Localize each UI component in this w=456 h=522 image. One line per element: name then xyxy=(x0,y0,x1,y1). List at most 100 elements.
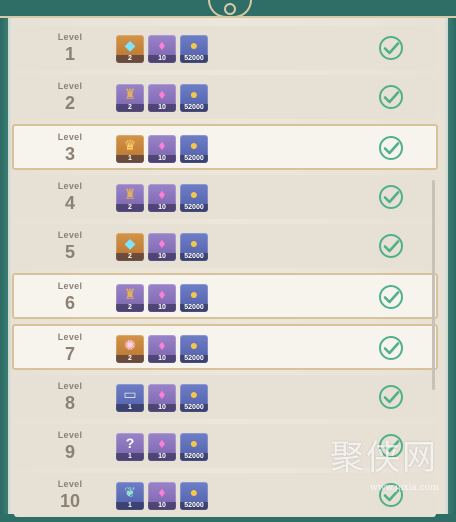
reward-item[interactable]: ? 1 xyxy=(116,433,144,461)
level-row: Level 1 ◆ 2 ♦ 10 ● 52000 xyxy=(14,26,436,70)
reward-item[interactable]: ♦ 10 xyxy=(148,84,176,112)
helmet-icon: ♜ xyxy=(123,186,137,202)
level-row: Level 8 ▭ 1 ♦ 10 ● 52000 xyxy=(14,375,436,419)
reward-count: 2 xyxy=(116,304,144,312)
level-row: Level 4 ♜ 2 ♦ 10 ● 52000 xyxy=(14,175,436,219)
crystal-icon: ♦ xyxy=(158,435,166,451)
reward-count: 10 xyxy=(148,502,176,510)
reward-item[interactable]: ● 52000 xyxy=(180,184,208,212)
reward-count: 1 xyxy=(116,155,144,163)
level-label: Level xyxy=(57,332,83,342)
reward-item[interactable]: ♛ 1 xyxy=(116,135,144,163)
reward-item[interactable]: ♦ 10 xyxy=(148,433,176,461)
reward-item[interactable]: ♜ 2 xyxy=(116,84,144,112)
reward-item[interactable]: ✺ 2 xyxy=(116,335,144,363)
reward-item[interactable]: ♦ 10 xyxy=(148,184,176,212)
coin-icon: ● xyxy=(189,337,199,353)
reward-count: 10 xyxy=(148,155,176,163)
reward-count: 2 xyxy=(116,55,144,63)
crystal-icon: ♦ xyxy=(158,86,166,102)
reward-items: ? 1 ♦ 10 ● 52000 xyxy=(116,433,208,461)
reward-count: 52000 xyxy=(180,404,208,412)
level-label: Level xyxy=(57,32,83,42)
reward-count: 1 xyxy=(116,453,144,461)
reward-item[interactable]: ♦ 10 xyxy=(148,335,176,363)
coin-icon: ● xyxy=(189,235,199,251)
level-label-group: Level 4 xyxy=(50,181,90,214)
reward-item[interactable]: ● 52000 xyxy=(180,135,208,163)
level-label-group: Level 2 xyxy=(50,81,90,114)
reward-item[interactable]: ♦ 10 xyxy=(148,135,176,163)
coin-icon: ● xyxy=(189,386,199,402)
reward-item[interactable]: ● 52000 xyxy=(180,284,208,312)
reward-item[interactable]: ♜ 2 xyxy=(116,284,144,312)
reward-item[interactable]: ● 52000 xyxy=(180,433,208,461)
reward-item[interactable]: ♦ 10 xyxy=(148,284,176,312)
reward-count: 2 xyxy=(116,355,144,363)
level-label-group: Level 7 xyxy=(50,332,90,365)
level-label: Level xyxy=(57,281,83,291)
crystal-icon: ♦ xyxy=(158,386,166,402)
reward-count: 10 xyxy=(148,104,176,112)
reward-count: 10 xyxy=(148,404,176,412)
reward-item[interactable]: ● 52000 xyxy=(180,482,208,510)
crystal-icon: ♦ xyxy=(158,337,166,353)
reward-item[interactable]: ▭ 1 xyxy=(116,384,144,412)
reward-items: ❦ 1 ♦ 10 ● 52000 xyxy=(116,482,208,510)
reward-item[interactable]: ❦ 1 xyxy=(116,482,144,510)
level-label-group: Level 8 xyxy=(50,381,90,414)
reward-item[interactable]: ● 52000 xyxy=(180,84,208,112)
watermark-logo: 聚侠网 xyxy=(330,438,438,478)
reward-count: 52000 xyxy=(180,55,208,63)
level-number: 3 xyxy=(64,144,75,164)
check-icon xyxy=(379,385,403,409)
reward-items: ♛ 1 ♦ 10 ● 52000 xyxy=(116,135,208,163)
reward-item[interactable]: ♦ 10 xyxy=(148,384,176,412)
coin-icon: ● xyxy=(189,86,199,102)
level-label-group: Level 5 xyxy=(50,230,90,263)
level-label: Level xyxy=(57,181,83,191)
reward-count: 2 xyxy=(116,204,144,212)
reward-count: 2 xyxy=(116,104,144,112)
reward-item[interactable]: ◆ 2 xyxy=(116,35,144,63)
check-icon xyxy=(379,285,403,309)
reward-count: 52000 xyxy=(180,204,208,212)
check-icon xyxy=(379,336,403,360)
reward-items: ◆ 2 ♦ 10 ● 52000 xyxy=(116,35,208,63)
reward-item[interactable]: ● 52000 xyxy=(180,35,208,63)
chest-icon: ▭ xyxy=(123,386,137,402)
watermark-url: www.juxia.com xyxy=(370,483,439,493)
check-icon xyxy=(379,85,403,109)
reward-items: ▭ 1 ♦ 10 ● 52000 xyxy=(116,384,208,412)
crystal-icon: ♦ xyxy=(158,186,166,202)
reward-items: ♜ 2 ♦ 10 ● 52000 xyxy=(116,284,208,312)
reward-item[interactable]: ♜ 2 xyxy=(116,184,144,212)
reward-item[interactable]: ♦ 10 xyxy=(148,482,176,510)
check-icon xyxy=(379,136,403,160)
check-icon xyxy=(379,185,403,209)
reward-count: 10 xyxy=(148,453,176,461)
level-number: 2 xyxy=(64,93,75,113)
crown-icon: ♛ xyxy=(123,137,137,153)
level-number: 7 xyxy=(64,344,75,364)
reward-item[interactable]: ● 52000 xyxy=(180,335,208,363)
reward-count: 52000 xyxy=(180,502,208,510)
crystal-icon: ♦ xyxy=(158,37,166,53)
crystal-icon: ♦ xyxy=(158,137,166,153)
gem-icon: ◆ xyxy=(124,235,136,251)
reward-item[interactable]: ♦ 10 xyxy=(148,233,176,261)
reward-item[interactable]: ◆ 2 xyxy=(116,233,144,261)
level-label: Level xyxy=(57,230,83,240)
leaf-icon: ❦ xyxy=(124,484,136,500)
reward-item[interactable]: ● 52000 xyxy=(180,384,208,412)
level-label-group: Level 9 xyxy=(50,430,90,463)
reward-count: 52000 xyxy=(180,304,208,312)
reward-item[interactable]: ● 52000 xyxy=(180,233,208,261)
scrollbar[interactable] xyxy=(432,180,435,390)
reward-count: 10 xyxy=(148,204,176,212)
level-number: 8 xyxy=(64,393,75,413)
reward-item[interactable]: ♦ 10 xyxy=(148,35,176,63)
reward-count: 52000 xyxy=(180,453,208,461)
reward-count: 1 xyxy=(116,502,144,510)
level-label: Level xyxy=(57,381,83,391)
